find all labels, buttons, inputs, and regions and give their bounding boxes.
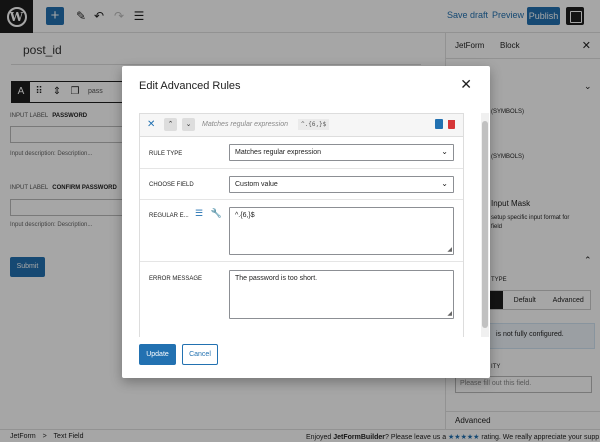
duplicate-icon[interactable] bbox=[435, 119, 443, 129]
wrench-icon[interactable]: 🔧 bbox=[211, 208, 222, 218]
rule-type-label: RULE TYPE bbox=[149, 151, 183, 157]
regex-tools: ☰ 🔧 bbox=[195, 208, 222, 219]
update-button[interactable]: Update bbox=[139, 344, 176, 365]
choose-field-row: CHOOSE FIELD Custom value ⌄ bbox=[140, 169, 463, 200]
choose-field-label: CHOOSE FIELD bbox=[149, 182, 194, 188]
rule-code: ^.{6,}$ bbox=[298, 119, 330, 130]
rule-item: ✕ ⌃ ⌄ Matches regular expression ^.{6,}$… bbox=[139, 113, 464, 337]
database-icon[interactable]: ☰ bbox=[195, 208, 203, 218]
resize-grip-icon: ◢ bbox=[447, 311, 452, 317]
scrollbar-thumb[interactable] bbox=[482, 121, 488, 328]
error-message-row: ERROR MESSAGE The password is too short.… bbox=[140, 262, 463, 332]
modal-scrollbar[interactable] bbox=[481, 113, 489, 337]
rule-title: Matches regular expression bbox=[202, 121, 288, 128]
resize-grip-icon: ◢ bbox=[447, 247, 452, 253]
trash-icon[interactable] bbox=[448, 120, 455, 129]
move-up-icon[interactable]: ⌃ bbox=[164, 118, 177, 131]
chevron-down-icon: ⌄ bbox=[441, 179, 448, 188]
edit-advanced-rules-modal: Edit Advanced Rules ✕ ✕ ⌃ ⌄ Matches regu… bbox=[122, 66, 490, 378]
cancel-button[interactable]: Cancel bbox=[182, 344, 218, 365]
error-message-textarea[interactable]: The password is too short. ◢ bbox=[229, 270, 454, 319]
modal-title: Edit Advanced Rules bbox=[139, 80, 241, 92]
rule-header: ✕ ⌃ ⌄ Matches regular expression ^.{6,}$ bbox=[140, 114, 463, 137]
close-icon[interactable]: ✕ bbox=[460, 76, 472, 93]
move-down-icon[interactable]: ⌄ bbox=[182, 118, 195, 131]
regex-label: REGULAR E... bbox=[149, 213, 189, 219]
chevron-down-icon: ⌄ bbox=[441, 147, 448, 156]
choose-field-select[interactable]: Custom value ⌄ bbox=[229, 176, 454, 193]
rule-type-row: RULE TYPE Matches regular expression ⌄ bbox=[140, 137, 463, 169]
regex-textarea[interactable]: ^.{6,}$ ◢ bbox=[229, 207, 454, 255]
error-message-label: ERROR MESSAGE bbox=[149, 276, 203, 282]
modal-body: ✕ ⌃ ⌄ Matches regular expression ^.{6,}$… bbox=[139, 113, 481, 337]
regex-row: REGULAR E... ☰ 🔧 ^.{6,}$ ◢ bbox=[140, 200, 463, 262]
rule-type-select[interactable]: Matches regular expression ⌄ bbox=[229, 144, 454, 161]
collapse-icon[interactable]: ✕ bbox=[147, 119, 155, 130]
